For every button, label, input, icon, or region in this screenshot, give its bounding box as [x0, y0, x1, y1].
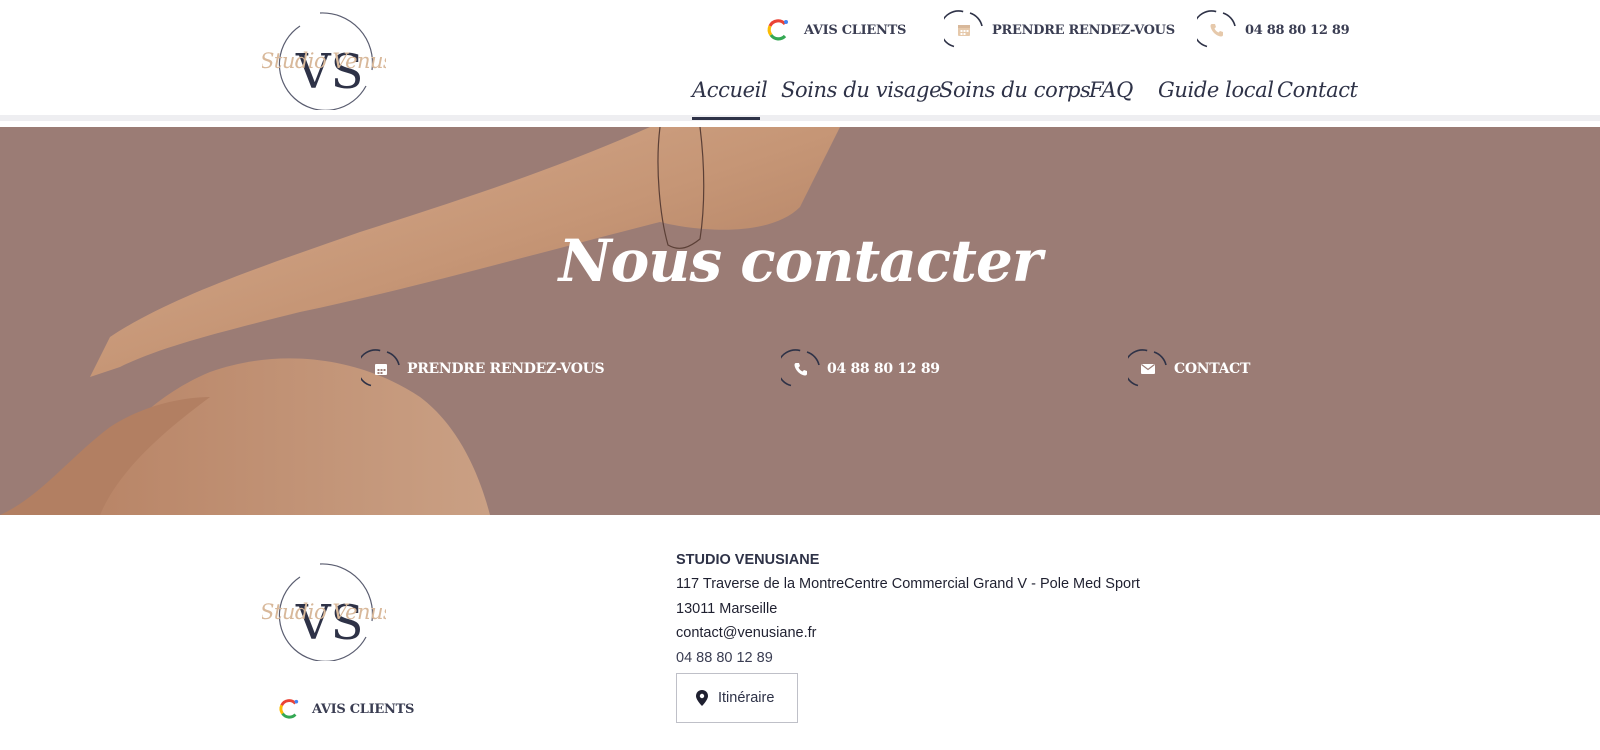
- topbar-reviews-label: AVIS CLIENTS: [804, 22, 907, 38]
- email-link[interactable]: contact@venusiane.fr: [676, 621, 1276, 646]
- logo-script-text: Studio Venusiane: [262, 49, 386, 73]
- nav-item-accueil[interactable]: Accueil: [692, 72, 768, 120]
- calendar-icon: [958, 25, 970, 36]
- map-pin-icon: [696, 690, 708, 706]
- hero-banner: Nous contacter PRENDRE RENDEZ-VOUS 04 88…: [0, 127, 1600, 515]
- ring-decoration: [781, 349, 821, 389]
- google-reviews-icon: [279, 699, 299, 719]
- hero-contact-label: CONTACT: [1174, 361, 1251, 377]
- mail-icon: [1141, 364, 1155, 374]
- topbar-appointment-label: PRENDRE RENDEZ-VOUS: [992, 22, 1175, 38]
- hero-background-image: [0, 127, 840, 515]
- google-reviews-icon: [767, 19, 788, 41]
- city-line: 13011 Marseille: [676, 600, 778, 617]
- footer-logo[interactable]: VS Studio Venusiane: [260, 561, 437, 662]
- ring-decoration: [1128, 349, 1168, 389]
- calendar-icon: [375, 364, 387, 375]
- hero-contact-link[interactable]: CONTACT: [1128, 349, 1250, 389]
- footer-reviews-label: AVIS CLIENTS: [312, 701, 415, 717]
- ring-decoration: [1197, 10, 1237, 50]
- nav-item-guide-local[interactable]: Guide local: [1158, 72, 1274, 120]
- itinerary-label: Itinéraire: [718, 690, 775, 706]
- topbar-phone-link[interactable]: 04 88 80 12 89: [1197, 10, 1350, 50]
- itinerary-button[interactable]: Itinéraire: [676, 673, 798, 723]
- studio-venusiane-logo: VS Studio Venusiane: [262, 12, 386, 110]
- phone-icon: [1210, 24, 1223, 37]
- site-logo[interactable]: VS Studio Venusiane: [262, 10, 386, 110]
- topbar-phone-label: 04 88 80 12 89: [1245, 22, 1350, 38]
- studio-venusiane-logo: VS Studio Venusiane: [260, 563, 437, 662]
- page-title: Nous contacter: [558, 227, 1043, 295]
- nav-item-soins-corps[interactable]: Soins du corps: [939, 72, 1091, 120]
- site-header: VS Studio Venusiane AVIS CLIENTS PRENDRE…: [0, 0, 1600, 121]
- footer-reviews-link[interactable]: AVIS CLIENTS: [278, 695, 414, 723]
- hero-phone-label: 04 88 80 12 89: [827, 361, 940, 377]
- topbar-reviews-link[interactable]: AVIS CLIENTS: [766, 10, 906, 50]
- company-name: STUDIO VENUSIANE: [676, 552, 820, 568]
- nav-item-soins-visage[interactable]: Soins du visage: [781, 72, 942, 120]
- address-line: 117 Traverse de la MontreCentre Commerci…: [676, 576, 1140, 592]
- hero-appointment-label: PRENDRE RENDEZ-VOUS: [407, 361, 605, 377]
- topbar-appointment-link[interactable]: PRENDRE RENDEZ-VOUS: [944, 10, 1175, 50]
- phone-link[interactable]: 04 88 80 12 89: [676, 646, 1276, 671]
- hero-phone-link[interactable]: 04 88 80 12 89: [781, 349, 940, 389]
- logo-script-text: Studio Venusiane: [262, 600, 386, 624]
- ring-decoration: [361, 349, 401, 389]
- phone-icon: [794, 363, 807, 376]
- ring-decoration: [944, 10, 984, 50]
- nav-item-contact[interactable]: Contact: [1277, 72, 1358, 120]
- contact-info: STUDIO VENUSIANE 117 Traverse de la Mont…: [676, 548, 1276, 670]
- nav-item-faq[interactable]: FAQ: [1088, 72, 1134, 120]
- hero-appointment-link[interactable]: PRENDRE RENDEZ-VOUS: [361, 349, 605, 389]
